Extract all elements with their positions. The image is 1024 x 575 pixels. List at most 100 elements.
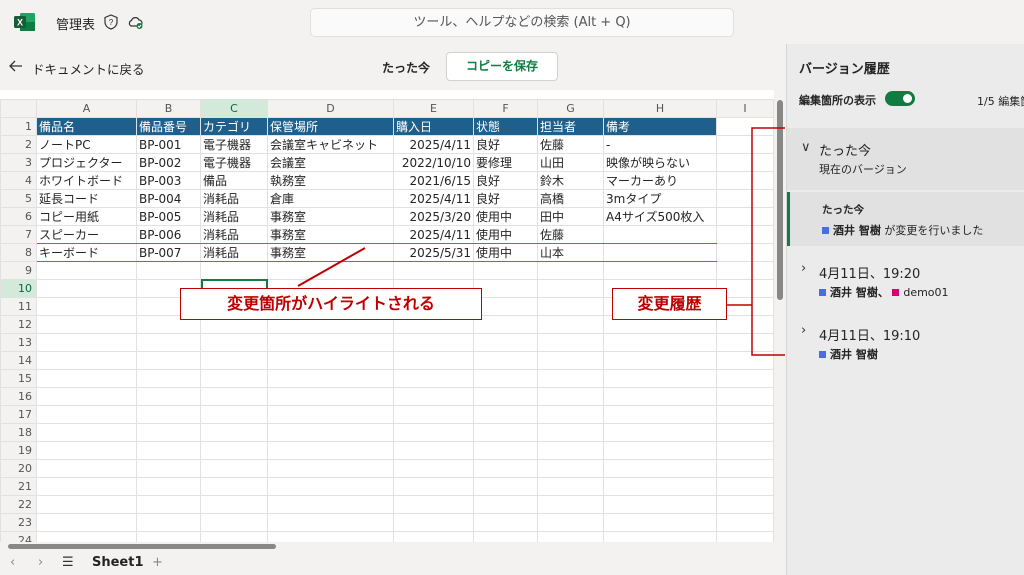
- cell[interactable]: 備考: [603, 117, 717, 136]
- cell[interactable]: [537, 495, 604, 514]
- cell[interactable]: 2025/4/11: [393, 189, 474, 208]
- cell[interactable]: 執務室: [267, 171, 394, 190]
- cell[interactable]: [473, 405, 538, 424]
- cell[interactable]: [603, 531, 717, 542]
- cell[interactable]: [200, 423, 268, 442]
- cell[interactable]: [36, 459, 137, 478]
- sheet-tab-sheet1[interactable]: Sheet1: [92, 555, 144, 570]
- cell[interactable]: [393, 333, 474, 352]
- cell[interactable]: [267, 405, 394, 424]
- cell[interactable]: [393, 261, 474, 280]
- row-header[interactable]: 17: [0, 405, 37, 424]
- row-header[interactable]: 1: [0, 117, 37, 136]
- version-item-1910[interactable]: › 4月11日、19:10 酒井 智樹: [787, 320, 1024, 370]
- cell[interactable]: [393, 459, 474, 478]
- cell[interactable]: [36, 531, 137, 542]
- cell[interactable]: [603, 513, 717, 532]
- cell[interactable]: [537, 315, 604, 334]
- cell[interactable]: [473, 441, 538, 460]
- cell[interactable]: [603, 423, 717, 442]
- cell[interactable]: [603, 477, 717, 496]
- cell[interactable]: BP-005: [136, 207, 201, 226]
- horizontal-scrollbar[interactable]: [0, 542, 786, 551]
- cell[interactable]: 良好: [473, 189, 538, 208]
- show-edits-toggle[interactable]: [885, 91, 915, 106]
- sheet-table[interactable]: A B C D E F G H I 1 備品名 備品番号 カテゴリ 保管場所 購入日 状態 担当者 備考 2 ノートP…: [0, 99, 774, 542]
- cell[interactable]: 事務室: [267, 243, 394, 262]
- cell[interactable]: [473, 279, 538, 298]
- cell[interactable]: 映像が映らない: [603, 153, 717, 172]
- cell[interactable]: [603, 405, 717, 424]
- cell[interactable]: [36, 387, 137, 406]
- cell[interactable]: [537, 531, 604, 542]
- cell[interactable]: カテゴリ: [200, 117, 268, 136]
- row-header[interactable]: 5: [0, 189, 37, 208]
- row-header[interactable]: 15: [0, 369, 37, 388]
- column-header[interactable]: D: [267, 99, 394, 118]
- cell[interactable]: [267, 531, 394, 542]
- version-item-current[interactable]: ∨ たった今 現在のバージョン: [787, 128, 1024, 190]
- cell[interactable]: 使用中: [473, 207, 538, 226]
- cell[interactable]: [36, 279, 137, 298]
- cell[interactable]: [716, 135, 774, 154]
- cell[interactable]: 事務室: [267, 225, 394, 244]
- cell[interactable]: 2022/10/10: [393, 153, 474, 172]
- excel-logo-icon[interactable]: X: [14, 12, 36, 32]
- cell[interactable]: [537, 279, 604, 298]
- cell[interactable]: [716, 477, 774, 496]
- cell[interactable]: プロジェクター: [36, 153, 137, 172]
- cell[interactable]: 使用中: [473, 243, 538, 262]
- row-header[interactable]: 20: [0, 459, 37, 478]
- next-sheet-icon[interactable]: ›: [38, 555, 43, 570]
- row-header[interactable]: 7: [0, 225, 37, 244]
- column-header[interactable]: G: [537, 99, 604, 118]
- cell[interactable]: コピー用紙: [36, 207, 137, 226]
- cell[interactable]: [200, 495, 268, 514]
- cell[interactable]: ホワイトボード: [36, 171, 137, 190]
- cell[interactable]: [200, 405, 268, 424]
- row-header[interactable]: 22: [0, 495, 37, 514]
- back-to-document-link[interactable]: ドキュメントに戻る: [32, 59, 145, 78]
- chevron-down-icon[interactable]: ∨: [801, 140, 811, 155]
- cell[interactable]: [267, 387, 394, 406]
- cell[interactable]: [36, 351, 137, 370]
- cell[interactable]: 電子機器: [200, 135, 268, 154]
- cell[interactable]: [473, 387, 538, 406]
- column-header[interactable]: F: [473, 99, 538, 118]
- cell[interactable]: [473, 495, 538, 514]
- cell[interactable]: 山本: [537, 243, 604, 262]
- cell[interactable]: [267, 261, 394, 280]
- cell[interactable]: 良好: [473, 135, 538, 154]
- cell[interactable]: [716, 351, 774, 370]
- cell[interactable]: 2025/5/31: [393, 243, 474, 262]
- cell[interactable]: [473, 531, 538, 542]
- row-header[interactable]: 16: [0, 387, 37, 406]
- cell[interactable]: 佐藤: [537, 225, 604, 244]
- cell[interactable]: [136, 351, 201, 370]
- cell[interactable]: 消耗品: [200, 189, 268, 208]
- cell[interactable]: [537, 513, 604, 532]
- cell[interactable]: [36, 441, 137, 460]
- cell[interactable]: [200, 369, 268, 388]
- cell[interactable]: 佐藤: [537, 135, 604, 154]
- cell[interactable]: [136, 459, 201, 478]
- column-header[interactable]: H: [603, 99, 717, 118]
- cell[interactable]: 2021/6/15: [393, 171, 474, 190]
- cell[interactable]: [267, 459, 394, 478]
- row-header[interactable]: 8: [0, 243, 37, 262]
- cell[interactable]: ノートPC: [36, 135, 137, 154]
- cell[interactable]: [716, 153, 774, 172]
- cell[interactable]: [393, 495, 474, 514]
- cell[interactable]: [603, 261, 717, 280]
- cell[interactable]: [716, 261, 774, 280]
- cell[interactable]: [603, 495, 717, 514]
- cell[interactable]: [473, 315, 538, 334]
- version-item-1920[interactable]: › 4月11日、19:20 酒井 智樹、 demo01: [787, 258, 1024, 308]
- cell[interactable]: [537, 459, 604, 478]
- cell[interactable]: 良好: [473, 171, 538, 190]
- cell[interactable]: [136, 369, 201, 388]
- row-header[interactable]: 2: [0, 135, 37, 154]
- cell[interactable]: 倉庫: [267, 189, 394, 208]
- cell[interactable]: [267, 351, 394, 370]
- cell[interactable]: [136, 441, 201, 460]
